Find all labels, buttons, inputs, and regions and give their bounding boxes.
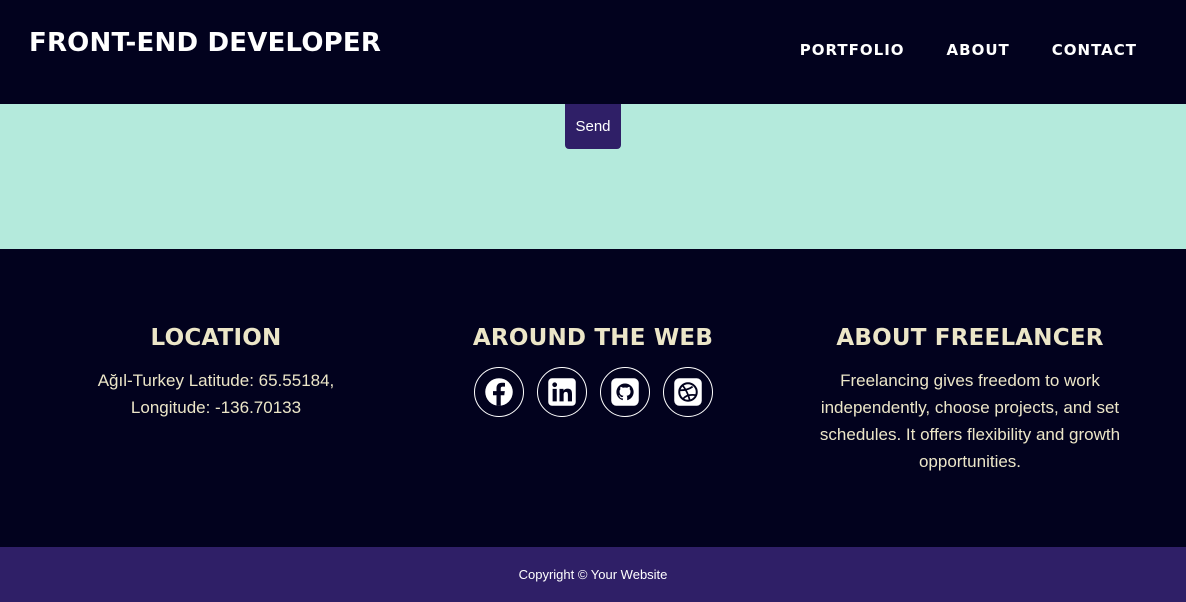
around-the-web-heading: AROUND THE WEB	[472, 325, 714, 351]
linkedin-icon	[547, 378, 576, 406]
dribbble-icon	[673, 378, 702, 406]
nav-links: PORTFOLIO ABOUT CONTACT	[779, 41, 1158, 59]
linkedin-button[interactable]	[536, 367, 587, 417]
footer-location: LOCATION Ağıl-Turkey Latitude: 65.55184,…	[66, 325, 366, 421]
footer-about-freelancer: ABOUT FREELANCER Freelancing gives freed…	[800, 325, 1140, 475]
location-heading: LOCATION	[150, 325, 282, 351]
navbar: FRONT-END DEVELOPER PORTFOLIO ABOUT CONT…	[0, 0, 1186, 104]
about-freelancer-heading: ABOUT FREELANCER	[836, 325, 1104, 351]
dribbble-button[interactable]	[662, 367, 713, 417]
nav-link-portfolio[interactable]: PORTFOLIO	[779, 41, 926, 59]
social-links	[443, 367, 743, 417]
github-icon	[610, 378, 639, 406]
about-freelancer-text: Freelancing gives freedom to work indepe…	[819, 371, 1121, 471]
facebook-button[interactable]	[473, 367, 524, 417]
facebook-icon	[484, 378, 513, 406]
footer-around-the-web: AROUND THE WEB	[443, 325, 743, 417]
copyright-bar: Copyright © Your Website	[0, 547, 1186, 602]
copyright-text: Copyright © Your Website	[518, 567, 668, 582]
github-button[interactable]	[599, 367, 650, 417]
footer: LOCATION Ağıl-Turkey Latitude: 65.55184,…	[0, 249, 1186, 547]
location-text: Ağıl-Turkey Latitude: 65.55184, Longitud…	[97, 371, 335, 417]
nav-link-contact[interactable]: CONTACT	[1031, 41, 1158, 59]
send-button[interactable]: Send	[565, 104, 621, 149]
nav-link-about[interactable]: ABOUT	[926, 41, 1031, 59]
brand-link[interactable]: FRONT-END DEVELOPER	[29, 28, 381, 58]
